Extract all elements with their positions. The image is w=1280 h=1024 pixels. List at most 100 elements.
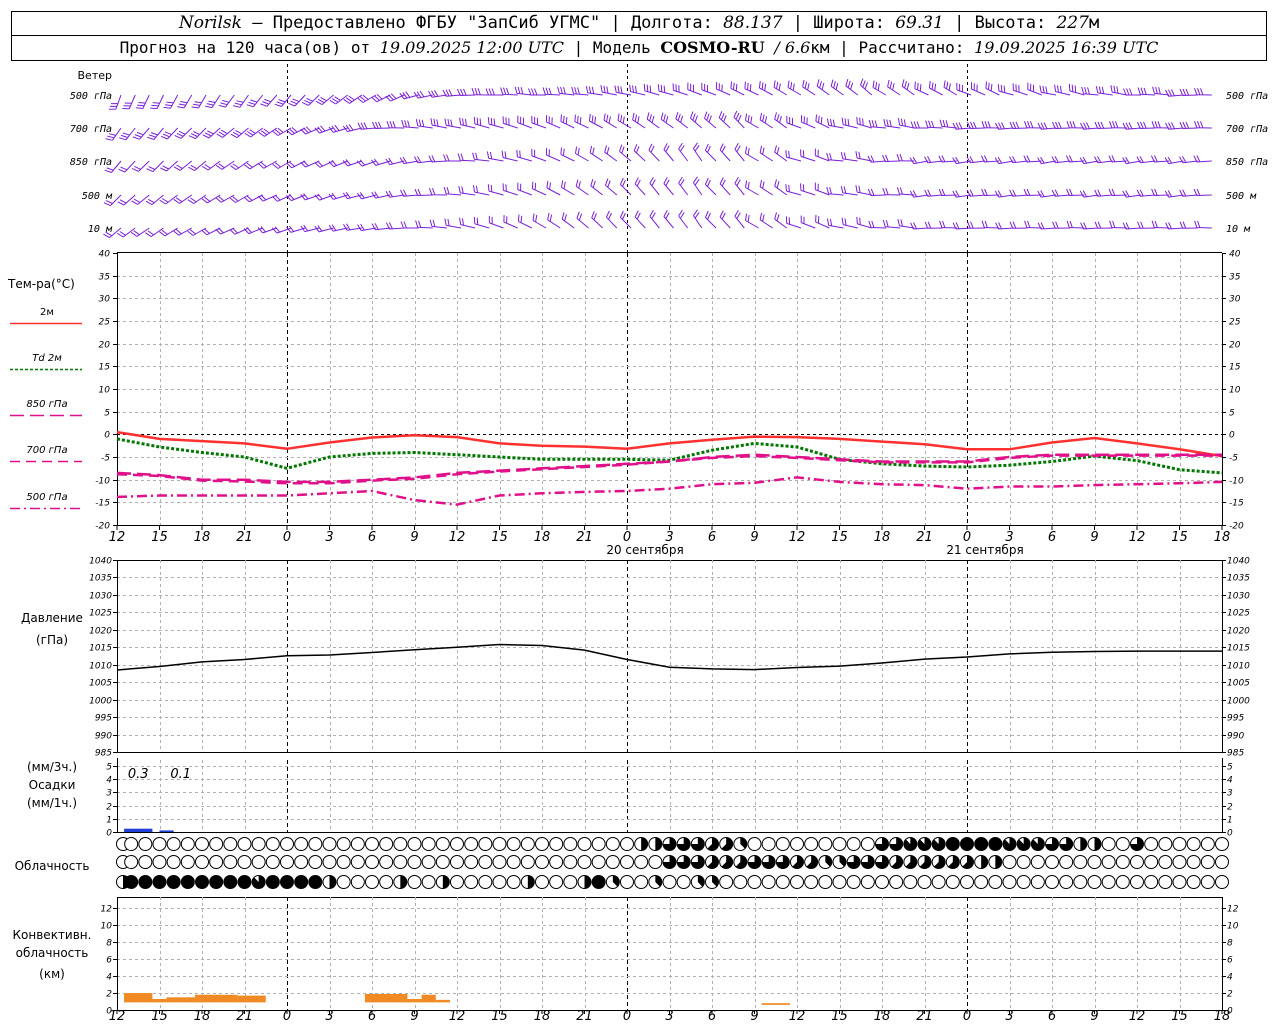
wind-barb-0-53: [860, 78, 873, 96]
cloud-cell-0-48: [790, 837, 804, 851]
cloud-cell-1-26: [478, 855, 493, 869]
wind-barb-2-28: [501, 150, 518, 162]
time-label-mid-8: 12: [449, 530, 466, 545]
wind-level-right-4: 10 м: [1226, 224, 1251, 235]
time-label-bottom-10: 18: [534, 1009, 551, 1024]
cloud-fill-0-60: [960, 837, 974, 851]
time-label-mid-19: 21: [916, 530, 933, 545]
time-label-bottom-1: 15: [151, 1009, 168, 1024]
time-label-mid-25: 15: [1171, 530, 1188, 545]
wind-barb-1-5: [174, 127, 193, 139]
wind-barb-3-51: [826, 186, 844, 196]
wind-barb-0-67: [1054, 84, 1071, 96]
wind-barb-3-34: [590, 178, 604, 196]
precip-annotation-1: 0.1: [170, 767, 191, 782]
cloud-cell-2-44: [733, 875, 748, 889]
cloud-fill-2-6: [195, 875, 209, 889]
time-label-mid-22: 6: [1048, 530, 1056, 545]
wind-barb-0-5: [177, 94, 193, 109]
wind-barb-3-3: [145, 194, 164, 206]
wind-title: Ветер: [78, 69, 112, 82]
cloud-cell-0-5: [180, 837, 195, 851]
cloud-cell-1-22: [421, 855, 436, 869]
cloud-fill-2-14: [308, 875, 322, 889]
time-label-mid-2: 18: [194, 530, 211, 545]
wind-barb-3-30: [531, 181, 547, 196]
wind-barb-0-33: [571, 86, 589, 96]
wind-barb-4-35: [605, 210, 618, 229]
wind-barb-3-42: [704, 177, 717, 196]
pres-tick-label-right-1015: 1015: [1227, 644, 1250, 654]
wind-barb-0-38: [643, 83, 660, 96]
cloud-cell-0-13: [294, 837, 309, 851]
wind-barb-0-56: [901, 79, 915, 96]
wind-barb-4-40: [678, 209, 689, 229]
cloud-cell-0-73: [1144, 837, 1159, 851]
wind-barb-0-37: [629, 84, 646, 96]
wind-barb-1-34: [588, 113, 603, 129]
wind-barb-0-63: [997, 84, 1014, 96]
time-label-bottom-3: 21: [236, 1009, 253, 1024]
cloud-cell-2-32: [563, 875, 578, 889]
cloud-cell-0-7: [209, 837, 224, 851]
wind-barb-0-48: [787, 80, 802, 96]
temp-tick-label-right-15: 15: [1229, 363, 1241, 373]
conv-tick-label-right-2: 2: [1227, 990, 1233, 1000]
wind-barb-0-34: [585, 85, 603, 96]
temp-legend-label-0: 2м: [40, 307, 54, 318]
conv-bar-2: [166, 997, 195, 1003]
wind-barb-3-1: [117, 194, 136, 206]
wind-barb-4-49: [800, 215, 816, 229]
cloud-fill-2-34: [592, 875, 606, 889]
wind-barb-1-3: [147, 127, 164, 140]
cloud-cell-1-34: [591, 855, 606, 869]
temp-tick-label-left-35: 35: [99, 273, 111, 283]
wind-barb-3-53: [855, 185, 872, 196]
pres-tick-label-left-1005: 1005: [89, 679, 112, 689]
temp-tick-label-left--5: -5: [101, 454, 110, 464]
cloud-fill-2-15: [329, 875, 337, 889]
cloud-cell-2-39: [662, 875, 677, 889]
time-label-mid-11: 21: [576, 530, 593, 545]
cloud-cell-2-47: [775, 875, 790, 889]
wind-barb-1-24: [444, 118, 462, 129]
cloud-cell-0-2: [138, 837, 153, 851]
wind-barb-3-44: [734, 177, 745, 196]
wind-barb-1-47: [774, 112, 788, 129]
cloud-fill-2-8: [223, 875, 237, 889]
cloud-cell-2-53: [860, 875, 875, 889]
wind-barb-4-39: [663, 210, 674, 229]
conv-bar-7: [421, 994, 436, 1003]
time-label-mid-3: 21: [236, 530, 253, 545]
time-label-bottom-19: 21: [916, 1009, 933, 1024]
cloud-cell-1-23: [435, 855, 450, 869]
wind-barb-0-35: [600, 85, 617, 96]
cloud-cell-2-69: [1087, 875, 1102, 889]
time-label-bottom-15: 9: [750, 1009, 758, 1024]
wind-barb-3-12: [272, 194, 292, 202]
wind-barb-1-41: [690, 111, 703, 129]
cloud-cell-1-76: [1186, 855, 1201, 869]
cloud-cell-2-52: [846, 875, 861, 889]
wind-barb-0-39: [657, 84, 674, 96]
wind-barb-0-52: [845, 78, 859, 96]
cloud-fill-1-61: [981, 855, 988, 869]
wind-barb-1-7: [202, 127, 221, 139]
wind-barb-3-26: [472, 185, 490, 196]
cloud-cell-1-25: [464, 855, 479, 869]
wind-barb-1-21: [401, 119, 419, 129]
cloud-cell-1-74: [1158, 855, 1173, 869]
cloud-fill-0-69: [1094, 837, 1102, 851]
wind-barb-2-2: [131, 160, 150, 172]
cloud-cell-1-71: [1115, 855, 1130, 869]
temp-tick-label-right-20: 20: [1229, 341, 1241, 351]
conv-tick-label-right-12: 12: [1227, 905, 1239, 915]
cloud-cell-2-56: [903, 875, 918, 889]
pres-tick-label-right-985: 985: [1227, 749, 1244, 759]
wind-barb-4-44: [734, 210, 745, 229]
cloud-fill-2-7: [209, 875, 223, 889]
wind-barb-0-77: [1194, 88, 1212, 96]
wind-barb-4-48: [785, 216, 802, 229]
cloud-cell-1-64: [1016, 855, 1031, 869]
cloud-cell-2-54: [875, 875, 889, 889]
